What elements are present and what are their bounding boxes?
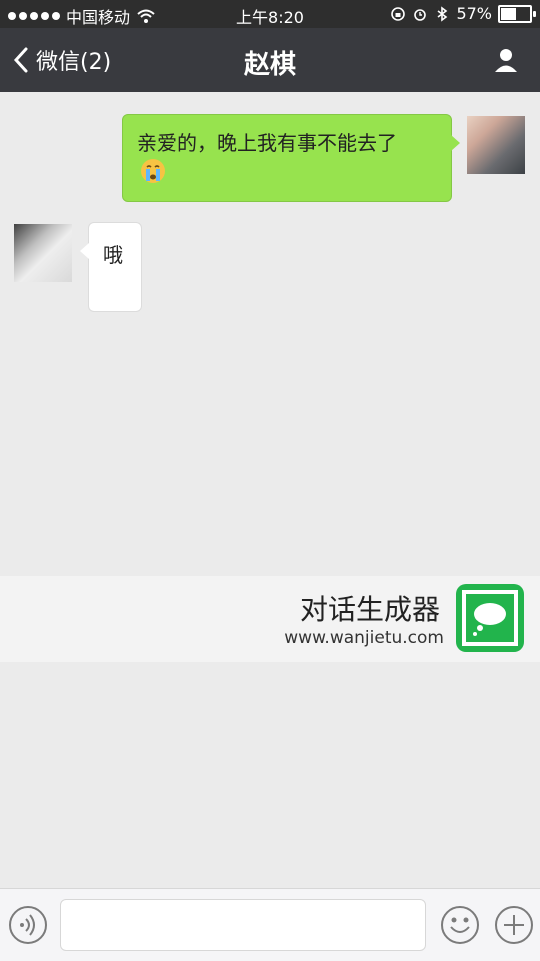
battery-level [501,7,516,20]
input-bar [0,888,540,961]
bluetooth-icon [437,5,448,22]
banner-url: www.wanjietu.com [284,628,444,648]
chat-title: 赵棋 [243,50,296,80]
plus-icon[interactable] [494,905,534,945]
my-avatar[interactable] [467,116,525,174]
nav-bar: 微信(2) 赵棋 [0,28,540,92]
banner-title: 对话生成器 [299,593,440,626]
message-text: 哦 [103,243,123,267]
message-bubble-sent[interactable]: 亲爱的，晚上我有事不能去了 [122,114,460,202]
battery-icon [498,4,536,23]
message-text: 亲爱的，晚上我有事不能去了 [137,131,397,155]
person-icon[interactable] [492,46,520,74]
status-right: 57% [390,4,536,23]
message-bubble-received[interactable]: 哦 [80,222,142,312]
voice-icon[interactable] [8,905,48,945]
contact-avatar[interactable] [14,224,72,282]
crying-emoji-icon [141,159,165,183]
battery-percent: 57% [456,4,492,23]
smiley-icon[interactable] [440,905,480,945]
message-input[interactable] [60,899,426,951]
alarm-icon [414,8,427,21]
chat-generator-logo-icon [456,584,524,652]
chat-area[interactable]: 亲爱的，晚上我有事不能去了 哦 [0,92,540,888]
rotation-lock-icon [391,6,406,21]
watermark-banner: 对话生成器 www.wanjietu.com [0,576,540,662]
status-bar: 中国移动 上午8:20 57% [0,0,540,28]
